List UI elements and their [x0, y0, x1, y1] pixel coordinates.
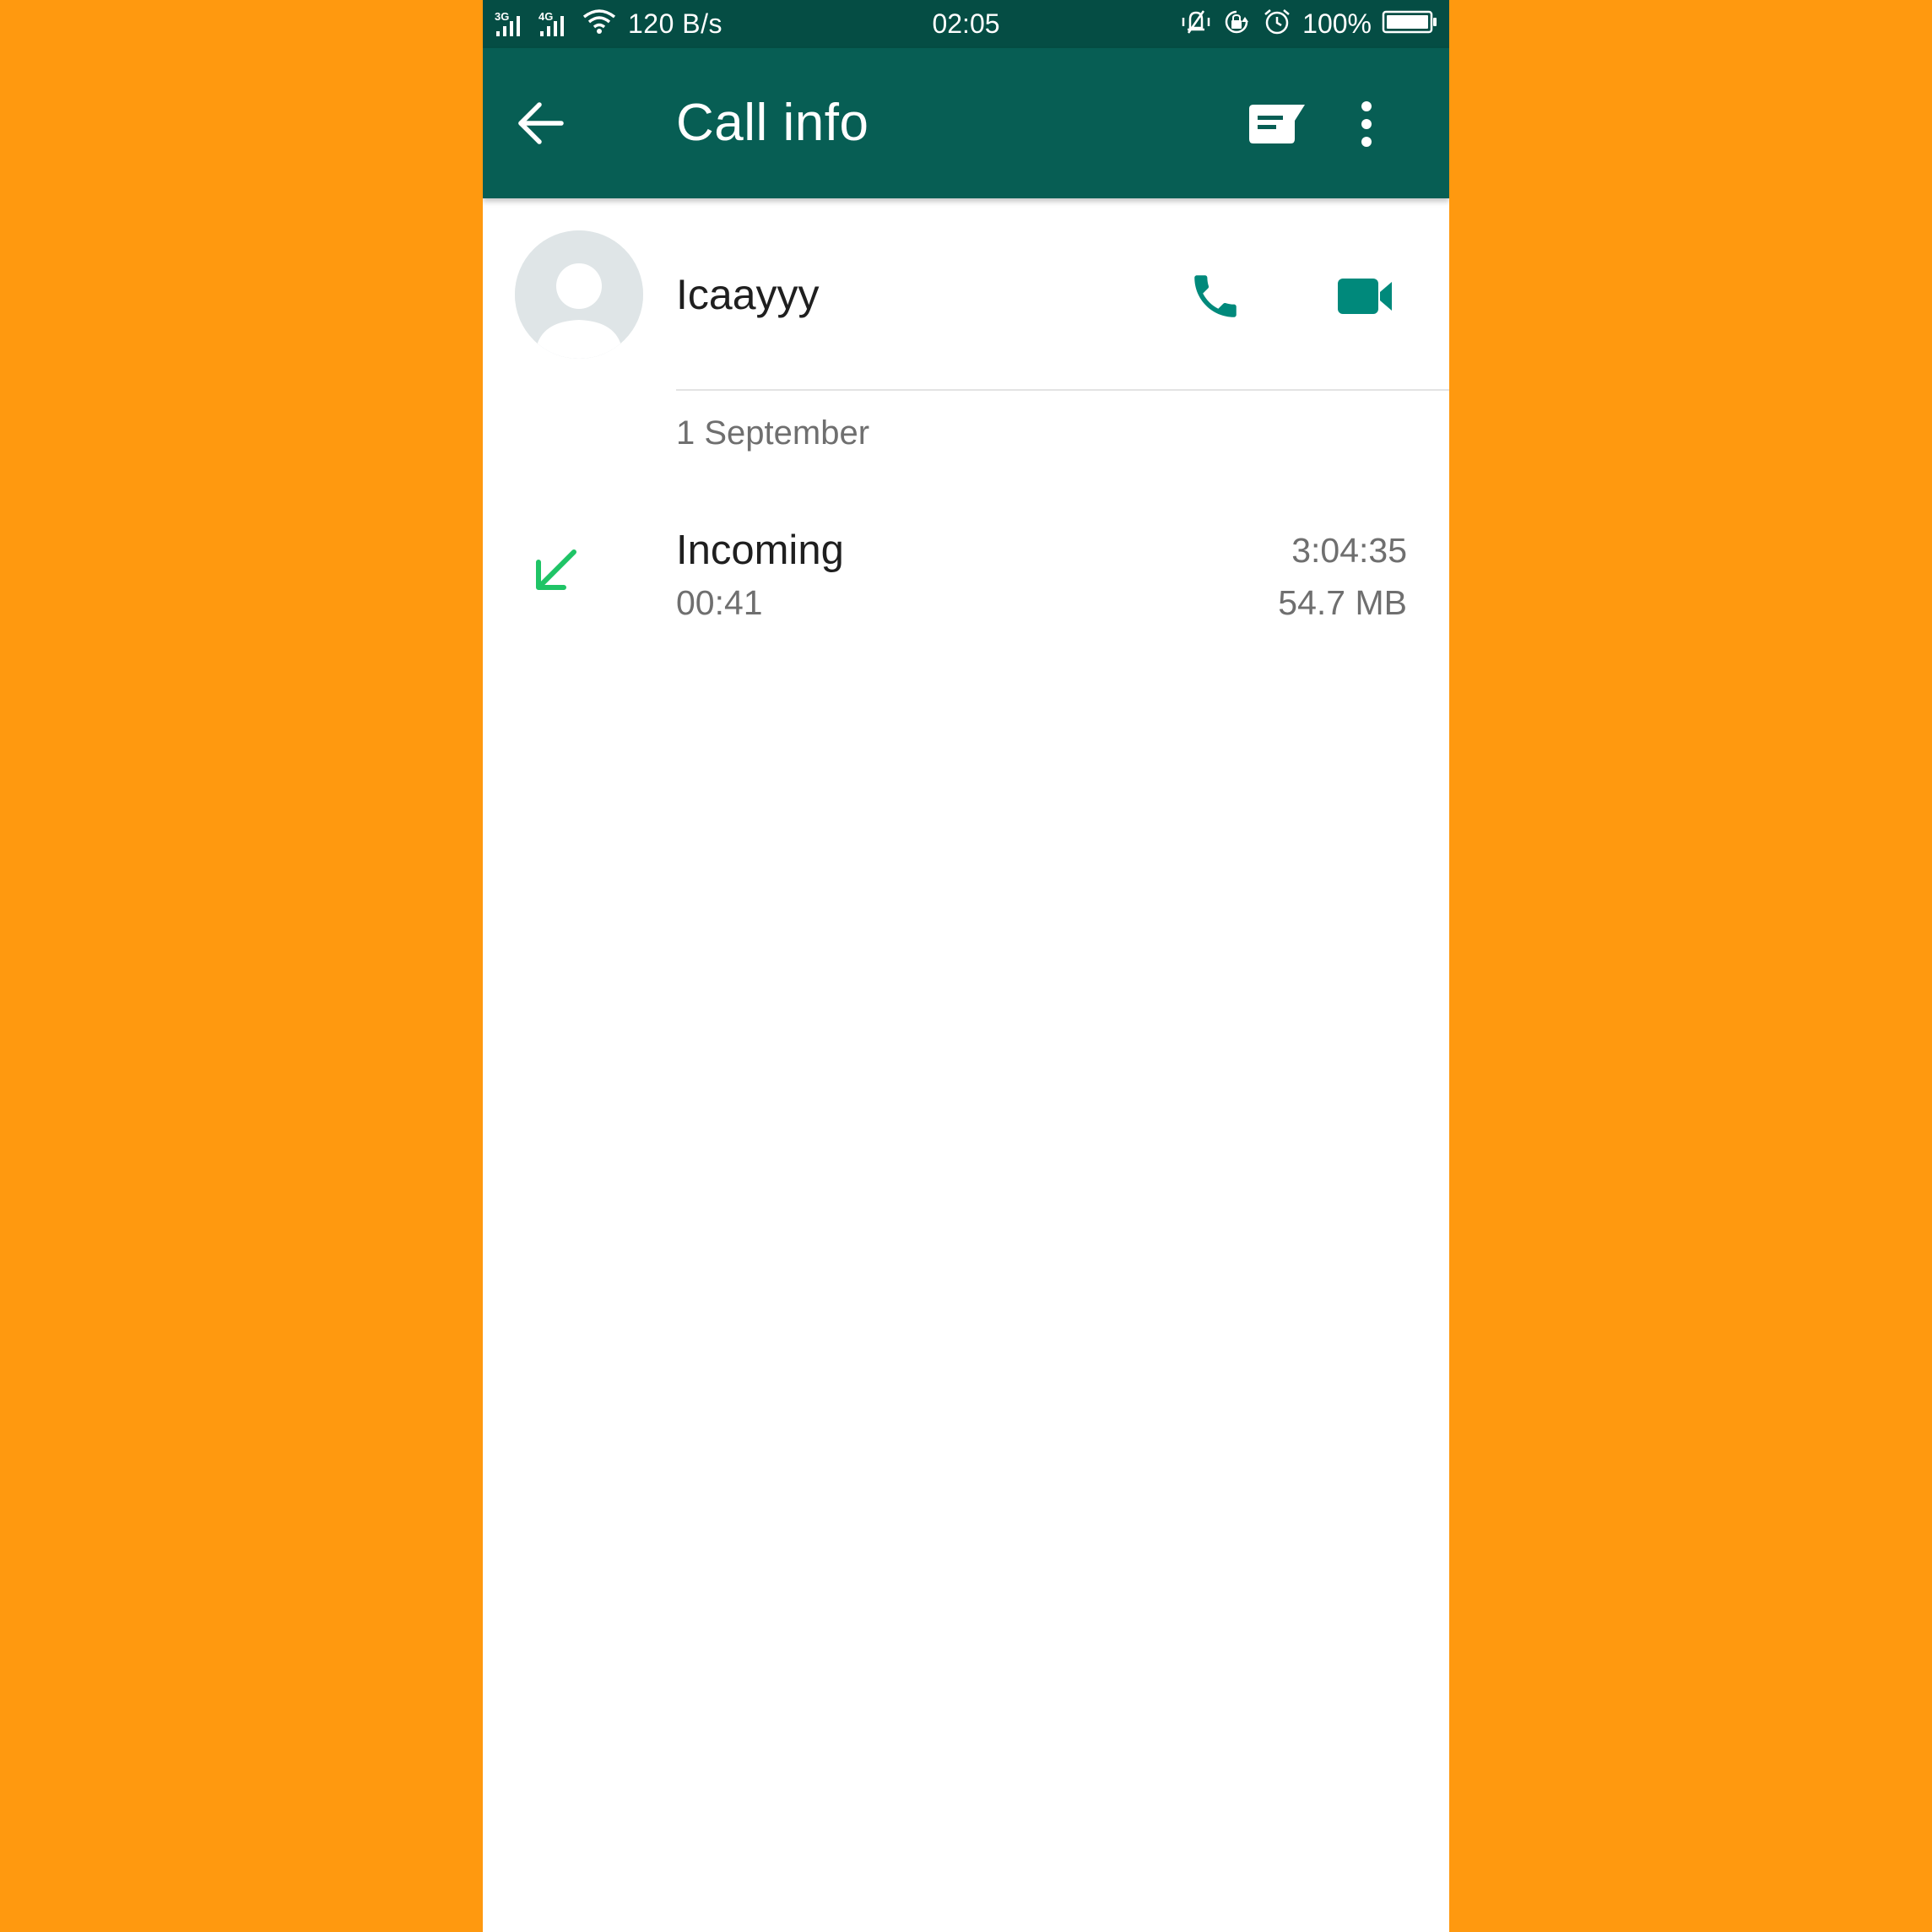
divider — [676, 389, 1449, 391]
call-date-header: 1 September — [676, 414, 870, 452]
status-right: 100% — [1181, 0, 1437, 48]
phone-icon — [1194, 275, 1237, 317]
phone-screen: 3G 4G 120 B/s 02:05 100% Call info Icaay… — [483, 0, 1449, 1932]
voice-call-button[interactable] — [1177, 257, 1254, 335]
call-data-usage: 54.7 MB — [1278, 583, 1407, 622]
rotation-lock-icon — [1221, 7, 1252, 41]
battery-percent: 100% — [1302, 8, 1372, 39]
avatar[interactable] — [515, 230, 643, 359]
call-log-entry: Incoming 00:41 3:04:35 54.7 MB — [483, 515, 1449, 633]
status-bar: 3G 4G 120 B/s 02:05 100% — [483, 0, 1449, 48]
app-bar: Call info — [483, 48, 1449, 198]
contact-name: Icaayyy — [676, 271, 820, 318]
battery-icon — [1382, 9, 1437, 39]
more-options-button[interactable] — [1337, 92, 1396, 156]
back-button[interactable] — [506, 89, 576, 158]
more-vert-icon — [1361, 101, 1372, 147]
incoming-arrow-icon — [536, 549, 576, 590]
call-duration: 00:41 — [676, 583, 763, 622]
vibrate-icon — [1181, 8, 1211, 41]
page-title: Call info — [676, 94, 869, 152]
contact-row[interactable]: Icaayyy — [483, 198, 1449, 391]
message-button[interactable] — [1244, 92, 1308, 156]
avatar-icon — [515, 230, 643, 359]
video-camera-icon — [1338, 279, 1392, 314]
video-call-button[interactable] — [1327, 257, 1404, 335]
alarm-icon — [1262, 7, 1292, 41]
back-arrow-icon — [518, 102, 564, 144]
message-icon — [1249, 105, 1305, 143]
